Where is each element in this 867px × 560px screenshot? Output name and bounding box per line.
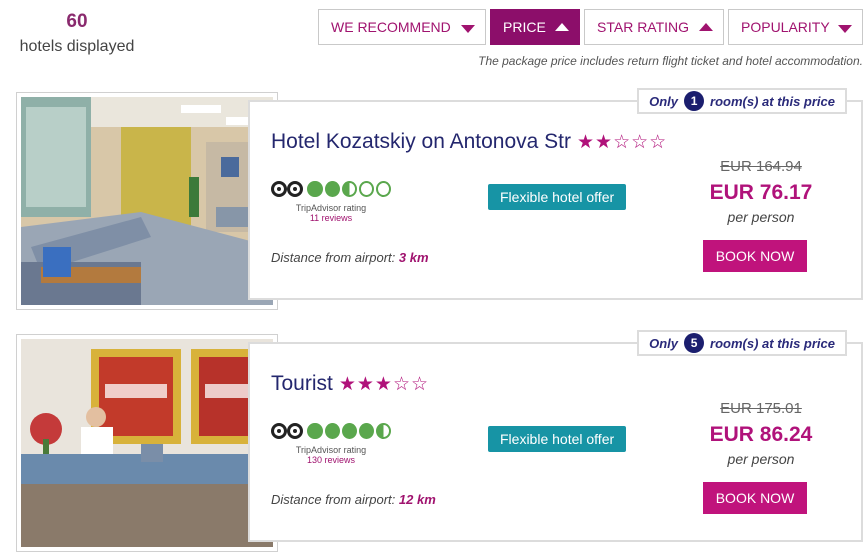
filled-stars-icon: ★★ [577, 132, 614, 153]
hotel-count-label: hotels displayed [19, 38, 135, 55]
flexible-offer-badge: Flexible hotel offer [488, 426, 627, 452]
sort-we-recommend-button[interactable]: WE RECOMMEND [318, 9, 486, 45]
rooms-count-badge: 5 [684, 333, 705, 353]
tripadvisor-reviews-link[interactable]: 130 reviews [271, 455, 391, 465]
hotel-info-panel: Only 5 room(s) at this price Tourist ★★★☆… [248, 330, 863, 542]
empty-stars-icon: ☆☆☆ [613, 132, 668, 153]
old-price: EUR 175.01 [720, 400, 802, 417]
rating-bubble-icon [341, 181, 357, 197]
airport-distance: Distance from airport: 3 km [271, 250, 429, 265]
caret-up-icon [555, 23, 569, 31]
flexible-offer-badge: Flexible hotel offer [488, 184, 627, 210]
rating-bubble-icon [324, 181, 340, 197]
tripadvisor-label: TripAdvisor rating [295, 203, 367, 213]
per-person-label: per person [727, 451, 795, 467]
tripadvisor-rating[interactable]: TripAdvisor rating 130 reviews [271, 421, 392, 465]
tripadvisor-owl-icon [271, 421, 303, 441]
rating-bubble-icon [375, 181, 392, 197]
hotel-lobby-image [21, 97, 273, 305]
caret-down-icon [838, 25, 852, 33]
rating-bubble-icon [358, 181, 374, 197]
tripadvisor-label: TripAdvisor rating [295, 445, 367, 455]
rating-bubble-icon [341, 423, 357, 439]
rooms-availability-tab: Only 5 room(s) at this price [637, 330, 847, 356]
sort-popularity-label: POPULARITY [741, 19, 830, 35]
distance-value: 3 km [398, 250, 429, 265]
caret-down-icon [461, 25, 475, 33]
sort-popularity-button[interactable]: POPULARITY [728, 9, 863, 45]
old-price: EUR 164.94 [720, 158, 802, 175]
hotel-name-link[interactable]: Hotel Kozatskiy on Antonova Str [271, 130, 571, 153]
price-block: EUR 175.01 EUR 86.24 per person [701, 400, 821, 467]
hotel-count-number: 60 [66, 11, 88, 32]
sort-price-button[interactable]: PRICE [490, 9, 580, 45]
sort-we-recommend-label: WE RECOMMEND [331, 19, 451, 35]
hotel-card: Only 5 room(s) at this price Tourist ★★★☆… [0, 330, 867, 552]
hotel-photo-frame[interactable] [16, 334, 278, 552]
airport-distance: Distance from airport: 12 km [271, 492, 436, 507]
star-rating: ★★★☆☆ [339, 374, 429, 395]
sort-star-rating-label: STAR RATING [597, 19, 690, 35]
sort-price-label: PRICE [503, 19, 546, 35]
book-now-button[interactable]: BOOK NOW [703, 482, 807, 514]
distance-label: Distance from airport: [271, 250, 396, 265]
distance-label: Distance from airport: [271, 492, 396, 507]
tripadvisor-owl-icon [271, 179, 303, 199]
package-price-note: The package price includes return flight… [478, 54, 863, 68]
tripadvisor-reviews-link[interactable]: 11 reviews [271, 213, 391, 223]
hotel-info-panel: Only 1 room(s) at this price Hotel Kozat… [248, 88, 863, 300]
book-now-button[interactable]: BOOK NOW [703, 240, 807, 272]
rating-bubble-icon [375, 423, 392, 439]
per-person-label: per person [727, 209, 795, 225]
hotel-reception-image [21, 339, 273, 547]
current-price: EUR 86.24 [709, 423, 813, 446]
rooms-prefix: Only [649, 335, 679, 351]
distance-value: 12 km [398, 492, 436, 507]
hotel-name-link[interactable]: Tourist [271, 372, 333, 395]
rooms-prefix: Only [649, 93, 679, 109]
rating-bubble-icon [307, 181, 323, 197]
hotel-count: 60 hotels displayed [10, 10, 144, 60]
rooms-availability-tab: Only 1 room(s) at this price [637, 88, 847, 114]
caret-up-icon [699, 23, 713, 31]
tripadvisor-rating[interactable]: TripAdvisor rating 11 reviews [271, 179, 392, 223]
filled-stars-icon: ★★★ [338, 374, 393, 395]
hotel-title: Hotel Kozatskiy on Antonova Str ★★☆☆☆ [271, 130, 667, 154]
rooms-suffix: room(s) at this price [710, 93, 835, 109]
hotel-card: Only 1 room(s) at this price Hotel Kozat… [0, 88, 867, 310]
empty-stars-icon: ☆☆ [392, 374, 430, 395]
rating-bubble-icon [358, 423, 374, 439]
sort-star-rating-button[interactable]: STAR RATING [584, 9, 724, 45]
price-block: EUR 164.94 EUR 76.17 per person [701, 158, 821, 225]
current-price: EUR 76.17 [709, 181, 813, 204]
rooms-suffix: room(s) at this price [710, 335, 835, 351]
rating-bubble-icon [307, 423, 323, 439]
hotel-title: Tourist ★★★☆☆ [271, 372, 429, 396]
hotel-photo-frame[interactable] [16, 92, 278, 310]
rating-bubble-icon [324, 423, 340, 439]
star-rating: ★★☆☆☆ [577, 132, 667, 153]
rooms-count-badge: 1 [684, 91, 705, 111]
